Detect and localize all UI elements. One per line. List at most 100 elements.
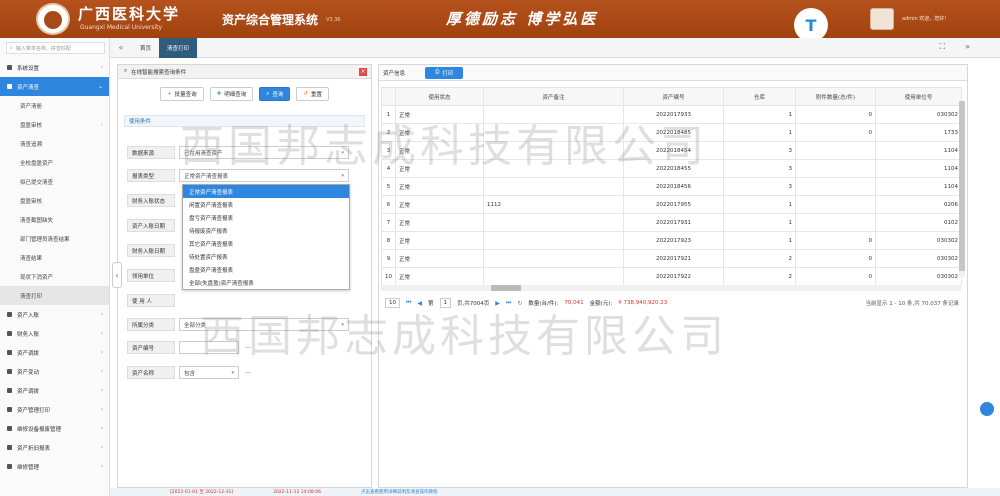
table-row[interactable]: 9 正常 2022017921 2 0 030302 <box>381 249 962 268</box>
dropdown-option[interactable]: 正常资产清查报表 <box>183 185 349 198</box>
close-icon[interactable]: × <box>359 68 367 76</box>
tab-home[interactable]: 首页 <box>132 38 159 58</box>
sidebar-subitem[interactable]: 清查结果 <box>0 248 109 267</box>
sidebar-item[interactable]: 资产调拨 › <box>0 381 109 400</box>
query-button[interactable]: ⌕ 查询 <box>259 87 291 101</box>
dropdown-option[interactable]: 待处置资产报表 <box>183 250 349 263</box>
sidebar-item-label: 资产变动 <box>17 369 40 376</box>
floating-help-icon[interactable] <box>980 402 994 416</box>
sidebar-subitem[interactable]: 拟已提交清查 <box>0 172 109 191</box>
table-cell <box>483 267 624 286</box>
table-row[interactable]: 3 正常 2022018454 3 1104 <box>381 141 962 160</box>
app-badge-icon[interactable]: T <box>794 8 828 42</box>
table-row[interactable]: 2 正常 2022018485 1 0 1733 <box>381 123 962 142</box>
sidebar-item-asset-check[interactable]: 资产清查 ⌄ <box>0 77 109 96</box>
sidebar-item[interactable]: 维修管理 › <box>0 457 109 476</box>
user-avatar[interactable] <box>870 8 894 30</box>
tab-tools: ⛶ » <box>939 42 970 52</box>
asset-info-tab[interactable]: 资产信息 <box>383 69 405 77</box>
tab-scroll-left-icon[interactable]: « <box>110 43 132 52</box>
next-page-icon[interactable]: ▶ <box>495 300 500 307</box>
sidebar-item[interactable]: 财务入账 › <box>0 324 109 343</box>
user-info[interactable]: admin 欢迎，您好! <box>902 15 946 22</box>
dropdown-option[interactable]: 全部(失盘盈)资产清查报表 <box>183 276 349 289</box>
chevron-right-icon: › <box>100 311 103 318</box>
sidebar-item[interactable]: 资产折旧报表 › <box>0 438 109 457</box>
dropdown-option[interactable]: 盘亏资产清查报表 <box>183 211 349 224</box>
first-page-icon[interactable]: ⏮ <box>406 299 411 307</box>
sidebar-subitem[interactable]: 盘盈审核 <box>0 191 109 210</box>
sidebar-subitem[interactable]: 全校盘盈资产 <box>0 153 109 172</box>
search-icon: ⌕ <box>266 90 270 97</box>
column-header[interactable]: 资产编号 <box>623 87 724 106</box>
fullscreen-icon[interactable]: ⛶ <box>939 42 945 52</box>
sidebar-subitem[interactable]: 现状下消资产 <box>0 267 109 286</box>
asset-name-match-select[interactable]: 包含 ▾ <box>179 366 239 379</box>
table-cell <box>795 177 876 196</box>
prev-page-icon[interactable]: ◀ <box>417 300 422 307</box>
report-type-select[interactable]: 正常资产清查报表 ▾ <box>179 169 349 182</box>
table-row[interactable]: 6 正常 1112 2022017955 1 0206 <box>381 195 962 214</box>
table-row[interactable]: 8 正常 2022017923 1 0 030302 <box>381 231 962 250</box>
column-header[interactable]: 仓库 <box>723 87 796 106</box>
table-row[interactable]: 7 正常 2022017931 1 0102 <box>381 213 962 232</box>
column-header[interactable]: 资产备注 <box>483 87 624 106</box>
menu-icon <box>7 445 12 450</box>
sidebar-search[interactable]: ⌕ 输入菜单名称、拼音匹配 <box>6 42 105 54</box>
scrollbar-thumb[interactable] <box>491 285 521 291</box>
sidebar-item[interactable]: 资产入账 › <box>0 305 109 324</box>
horizontal-scrollbar[interactable] <box>381 285 961 291</box>
dropdown-option[interactable]: 闲置资产清查报表 <box>183 198 349 211</box>
table-row[interactable]: 4 正常 2022018455 3 1104 <box>381 159 962 178</box>
form-row-asset-date: 资产入账日期 <box>127 219 175 232</box>
refresh-icon[interactable]: ↻ <box>517 300 522 307</box>
detail-query-button[interactable]: ✚ 明细查询 <box>209 87 254 101</box>
table-row[interactable]: 5 正常 2022018456 3 1104 <box>381 177 962 196</box>
page-number-input[interactable]: 1 <box>439 298 452 308</box>
vertical-scrollbar[interactable] <box>959 101 965 277</box>
column-header[interactable]: 使用单位号 <box>875 87 962 106</box>
sidebar-item[interactable]: 维修设备报废管理 › <box>0 419 109 438</box>
page-size-select[interactable]: 10 <box>385 298 400 308</box>
table-cell: 正常 <box>395 249 484 268</box>
sidebar-subitem[interactable]: 资产清册 <box>0 96 109 115</box>
dropdown-option[interactable]: 其它资产清查报表 <box>183 237 349 250</box>
table-cell: 3 <box>723 177 796 196</box>
reset-button[interactable]: ↺ 重置 <box>296 87 329 101</box>
column-header[interactable]: 使用状态 <box>395 87 484 106</box>
sidebar-subitem[interactable]: 盘盈审核 › <box>0 115 109 134</box>
sidebar-subitem[interactable]: 清查截图缺失 <box>0 210 109 229</box>
sidebar-item[interactable]: 资产调拨 › <box>0 343 109 362</box>
table-cell <box>483 123 624 142</box>
sidebar-item[interactable]: 资产管理打印 › <box>0 400 109 419</box>
collapse-panel-icon[interactable]: ‹ <box>112 262 122 288</box>
dropdown-option[interactable]: 待报废资产报表 <box>183 224 349 237</box>
asset-number-input[interactable] <box>179 341 239 354</box>
category-select[interactable]: 全部分类 ▾ <box>179 318 349 331</box>
menu-icon <box>7 388 12 393</box>
sidebar-subitem-print[interactable]: 清查打印 <box>0 286 109 305</box>
sidebar-item[interactable]: 资产变动 › <box>0 362 109 381</box>
help-notice-link[interactable]: 点击查看使用详细说明及清查操作教程 <box>361 489 438 495</box>
table-cell: 030302 <box>875 231 962 250</box>
batch-query-button[interactable]: + 批量查询 <box>160 87 204 101</box>
sidebar-subitem[interactable]: 清查追溯 <box>0 134 109 153</box>
table-row[interactable]: 10 正常 2022017922 2 0 030302 <box>381 267 962 286</box>
table-row[interactable]: 1 正常 2022017933 1 0 030302 <box>381 105 962 124</box>
table-cell: 正常 <box>395 123 484 142</box>
tab-check-print[interactable]: 清查打印 <box>159 37 198 58</box>
tab-scroll-right-icon[interactable]: » <box>965 42 970 52</box>
print-button[interactable]: ⎙ 打印 <box>425 66 464 79</box>
last-page-icon[interactable]: ⏭ <box>506 299 511 307</box>
dropdown-option[interactable]: 盘盈资产清查报表 <box>183 263 349 276</box>
top-header: 广西医科大学 Guangxi Medical University 资产综合管理… <box>0 0 1000 42</box>
table-cell: 0 <box>795 105 876 124</box>
sidebar-subitem[interactable]: 部门管理员清查结果 <box>0 229 109 248</box>
page-total: 页,共7004页 <box>457 301 490 307</box>
scrollbar-thumb[interactable] <box>959 101 965 271</box>
data-source-select[interactable]: 已在用清查资产 ▾ <box>179 146 349 159</box>
sidebar-item-system-settings[interactable]: 系统设置 › <box>0 58 109 77</box>
table-cell: 1 <box>381 105 396 124</box>
column-header[interactable]: 附件数量(总/件) <box>795 87 876 106</box>
field-label: 资产名称 <box>127 366 175 379</box>
